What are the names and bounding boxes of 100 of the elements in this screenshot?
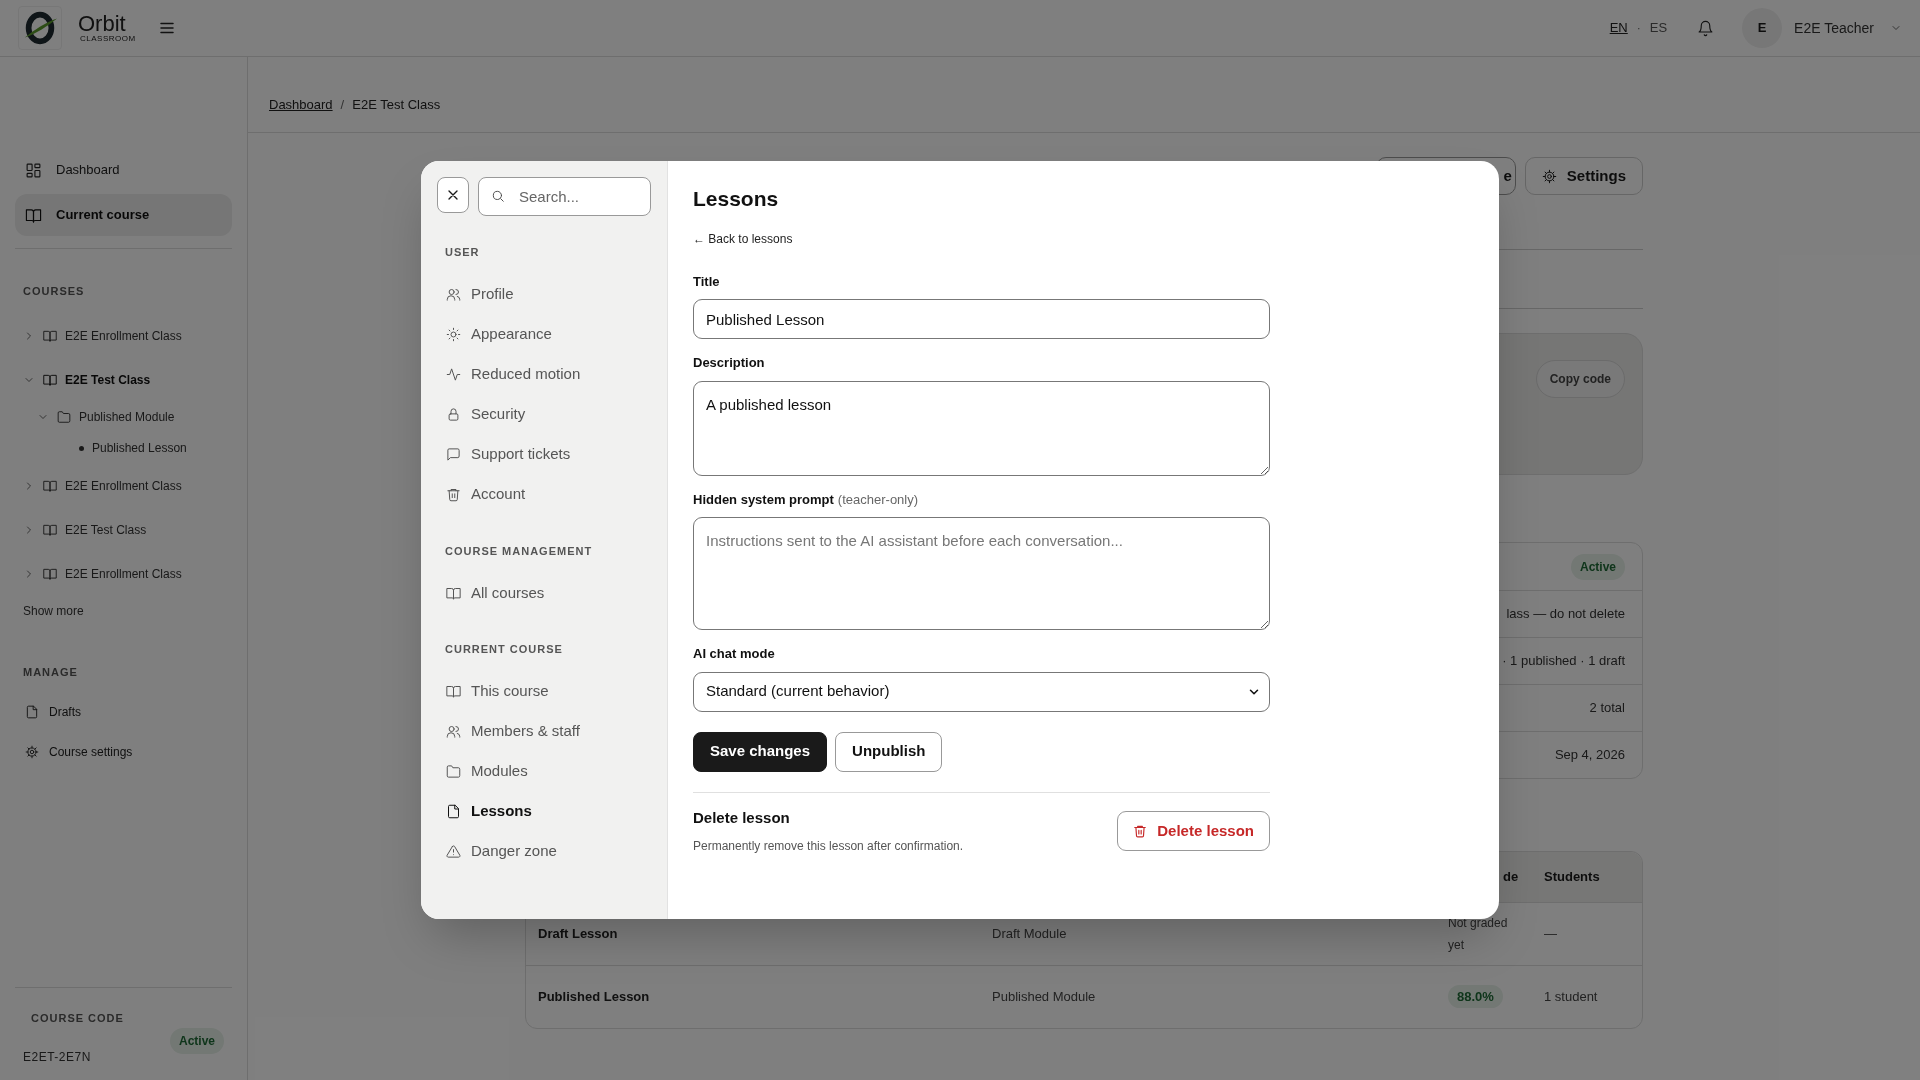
file-icon xyxy=(25,705,39,719)
dialog-nav-item[interactable]: Support tickets xyxy=(437,434,651,475)
sidebar-nav-item[interactable]: Current course xyxy=(15,194,232,236)
status-badge: Active xyxy=(1570,553,1625,580)
folder-icon xyxy=(57,410,71,424)
bullet-icon xyxy=(79,445,84,451)
course-tree-item[interactable]: E2E Test Class xyxy=(15,507,232,552)
delete-button[interactable]: Delete lesson xyxy=(1117,810,1270,851)
dialog-nav-item[interactable]: Account xyxy=(437,474,651,515)
description-textarea[interactable]: A published lesson xyxy=(693,380,1270,476)
course-tree-item[interactable]: E2E Enrollment Class xyxy=(15,551,232,596)
book-icon xyxy=(43,522,57,537)
field-label: Description xyxy=(693,354,765,372)
action-button[interactable]: Settings xyxy=(1524,157,1643,195)
sun-icon xyxy=(446,327,461,342)
title-input[interactable]: Published Lesson xyxy=(693,299,1270,339)
show-more-link[interactable]: Show more xyxy=(15,601,232,620)
course-tree-item[interactable]: Published Lesson xyxy=(43,432,232,464)
sidebar-nav-item[interactable]: Course settings xyxy=(15,732,232,772)
course-tree-item[interactable]: Published Module xyxy=(29,401,232,433)
dialog-nav-item[interactable]: Appearance xyxy=(437,314,651,355)
people-icon xyxy=(446,724,461,739)
field-hint: (teacher-only) xyxy=(837,490,919,509)
book-icon xyxy=(43,478,57,493)
section-title: Delete lesson xyxy=(693,807,791,828)
warning-icon xyxy=(446,844,461,859)
breadcrumb-separator: / xyxy=(340,95,345,114)
column-header: de xyxy=(1503,869,1519,885)
dialog-nav-item[interactable]: Reduced motion xyxy=(437,354,651,395)
language-link[interactable]: ES xyxy=(1649,18,1668,38)
folder-icon xyxy=(446,764,461,779)
section-description: Permanently remove this lesson after confirmation. xyxy=(693,838,964,855)
table-cell: — xyxy=(1544,926,1557,942)
unpublish-button[interactable]: Unpublish xyxy=(835,731,943,772)
user-menu-button[interactable]: E E2E Teacher xyxy=(1742,8,1902,48)
dialog-nav-item[interactable]: Security xyxy=(437,394,651,435)
column-header: Students xyxy=(1544,869,1600,885)
course-tree-item[interactable]: E2E Test Class xyxy=(15,357,232,402)
user-avatar: E xyxy=(1742,8,1783,48)
detail-value: Sep 4, 2026 xyxy=(1554,746,1625,765)
dialog-nav-item[interactable]: Profile xyxy=(437,274,651,315)
book-icon xyxy=(43,372,57,387)
brand-name: Orbit xyxy=(78,13,127,35)
table-cell: Draft Module xyxy=(992,926,1067,942)
close-button[interactable] xyxy=(437,177,469,213)
search-icon xyxy=(491,189,505,203)
section-heading: COURSE CODE xyxy=(31,1010,124,1026)
copy-code-button[interactable]: Copy code xyxy=(1535,360,1625,398)
table-cell: Published Lesson xyxy=(538,989,650,1005)
notifications-button[interactable] xyxy=(1697,19,1715,37)
detail-value: lass — do not delete xyxy=(1506,605,1625,624)
field-label: AI chat mode xyxy=(693,645,775,663)
search-field[interactable]: Search... xyxy=(478,177,651,216)
prompt-textarea[interactable]: Instructions sent to the AI assistant before each conversation... xyxy=(693,517,1270,630)
section-heading: USER xyxy=(444,245,481,260)
save-button[interactable]: Save changes xyxy=(693,731,828,772)
dialog-nav-item[interactable]: Lessons xyxy=(437,791,651,832)
course-tree-item[interactable]: E2E Enrollment Class xyxy=(15,463,232,508)
detail-value: 2 total xyxy=(1589,699,1625,718)
settings-icon xyxy=(25,745,39,759)
section-heading: CURRENT COURSE xyxy=(444,642,564,657)
breadcrumb-current: E2E Test Class xyxy=(352,95,441,114)
table-cell: Published Module xyxy=(992,989,1096,1005)
chat-bubble-icon xyxy=(446,447,461,462)
book-icon xyxy=(25,206,42,224)
field-label: Hidden system prompt xyxy=(693,490,834,509)
logo-icon xyxy=(18,6,62,50)
section-heading: COURSE MANAGEMENT xyxy=(444,543,594,559)
lock-icon xyxy=(446,407,461,422)
section-heading: MANAGE xyxy=(22,664,79,680)
dialog-title: Lessons xyxy=(693,186,780,212)
dialog-nav-item[interactable]: This course xyxy=(437,671,651,712)
settings-icon xyxy=(1541,168,1557,184)
trash-icon xyxy=(1133,823,1148,838)
course-code: E2ET-2E7N xyxy=(23,1049,92,1066)
section-heading: COURSES xyxy=(22,284,86,299)
pulse-icon xyxy=(446,367,461,382)
brand-subtitle: CLASSROOM xyxy=(80,35,136,43)
book-icon xyxy=(43,566,57,581)
table-cell: Draft Lesson xyxy=(538,926,618,942)
chat-mode-select[interactable]: Standard (current behavior) xyxy=(693,671,1270,712)
file-icon xyxy=(446,804,461,819)
trash-icon xyxy=(446,487,461,502)
dialog-nav-item[interactable]: Danger zone xyxy=(437,831,651,872)
table-cell: 1 student xyxy=(1544,989,1598,1005)
book-icon xyxy=(43,328,57,343)
detail-value: · 1 published · 1 draft xyxy=(1502,652,1625,671)
dialog-nav-item[interactable]: All courses xyxy=(437,573,651,613)
sidebar-nav-item[interactable]: Dashboard xyxy=(15,149,232,191)
sidebar-nav-item[interactable]: Drafts xyxy=(15,692,232,732)
dialog-nav-item[interactable]: Members & staff xyxy=(437,711,651,752)
grid-icon xyxy=(25,161,42,179)
language-link[interactable]: EN xyxy=(1609,18,1628,38)
language-separator: · xyxy=(1636,20,1641,37)
dialog-nav-item[interactable]: Modules xyxy=(437,751,651,792)
status-badge: Active xyxy=(169,1027,224,1054)
book-icon xyxy=(446,585,461,601)
back-link[interactable]: ← Back to lessons xyxy=(693,229,793,248)
breadcrumb-link[interactable]: Dashboard xyxy=(269,94,333,114)
course-tree-item[interactable]: E2E Enrollment Class xyxy=(15,313,232,358)
